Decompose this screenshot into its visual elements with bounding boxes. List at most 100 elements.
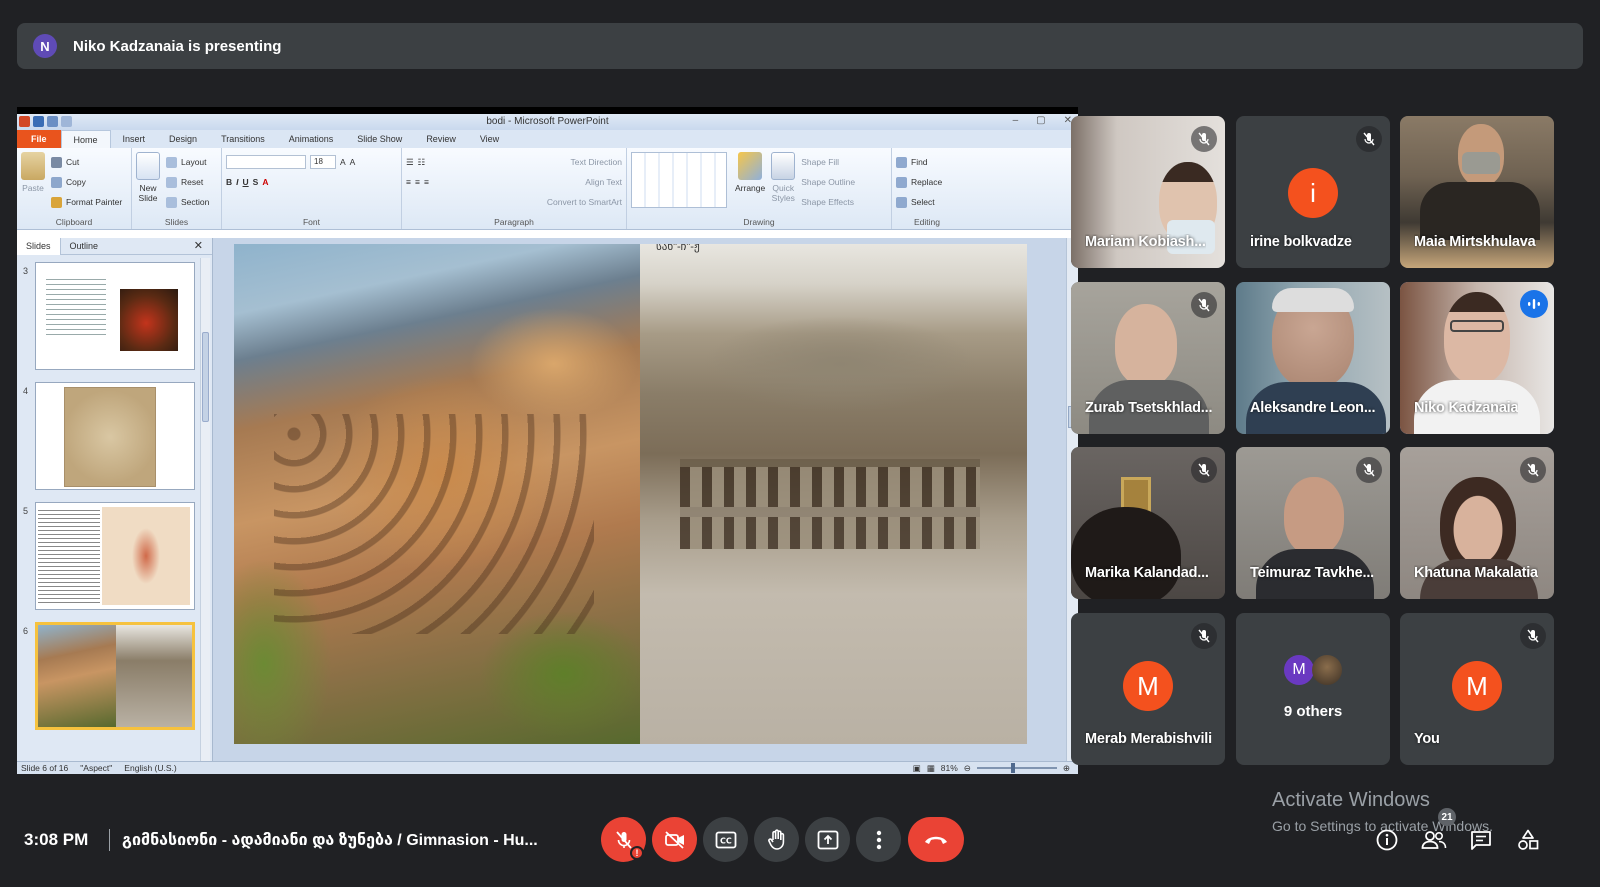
hang-up-icon bbox=[925, 836, 947, 844]
align-text-button[interactable]: Align Text bbox=[585, 177, 622, 187]
mic-off-icon bbox=[1191, 623, 1217, 649]
participant-tile[interactable]: Marika Kalandad... bbox=[1071, 447, 1225, 599]
ribbon: Paste Cut Copy Format Painter Clipboard … bbox=[17, 148, 1078, 230]
people-icon bbox=[1421, 831, 1447, 849]
tab-slides-panel[interactable]: Slides bbox=[17, 237, 61, 255]
shape-effects-button[interactable]: Shape Effects bbox=[801, 192, 855, 212]
mic-off-icon bbox=[1520, 623, 1546, 649]
more-options-button[interactable] bbox=[856, 817, 901, 862]
layout-icon bbox=[166, 156, 177, 168]
tab-review[interactable]: Review bbox=[414, 130, 468, 148]
layout-button[interactable]: Layout bbox=[166, 152, 209, 172]
align-left-icon[interactable]: ≡ bbox=[406, 177, 411, 187]
tab-insert[interactable]: Insert bbox=[111, 130, 158, 148]
copy-button[interactable]: Copy bbox=[51, 172, 122, 192]
close-pane-icon[interactable]: ✕ bbox=[185, 238, 212, 255]
zoom-out-icon[interactable]: ⊖ bbox=[964, 763, 971, 774]
font-group: 18 A A BIUSA Font bbox=[222, 148, 402, 229]
align-right-icon[interactable]: ≡ bbox=[424, 177, 429, 187]
tab-outline-panel[interactable]: Outline bbox=[61, 238, 108, 255]
participant-tile[interactable]: Zurab Tsetskhlad... bbox=[1071, 282, 1225, 434]
participant-tile[interactable]: Khatuna Makalatia bbox=[1400, 447, 1554, 599]
tab-view[interactable]: View bbox=[468, 130, 511, 148]
font-size-combo[interactable]: 18 bbox=[310, 155, 336, 169]
participant-tile[interactable]: M Merab Merabishvili bbox=[1071, 613, 1225, 765]
language-label: English (U.S.) bbox=[124, 763, 177, 773]
shrink-font-icon[interactable]: A bbox=[350, 157, 356, 167]
shared-screen: bodi - Microsoft PowerPoint – ▢ ✕ File H… bbox=[17, 107, 1078, 774]
people-button[interactable] bbox=[1420, 826, 1448, 854]
scissors-icon bbox=[51, 156, 62, 168]
clock: 3:08 PM bbox=[24, 830, 89, 849]
align-center-icon[interactable]: ≡ bbox=[415, 177, 420, 187]
maximize-icon[interactable]: ▢ bbox=[1036, 115, 1045, 126]
section-button[interactable]: Section bbox=[166, 192, 209, 212]
self-tile[interactable]: M You bbox=[1400, 613, 1554, 765]
quick-styles-icon bbox=[771, 152, 796, 180]
camera-toggle-button[interactable] bbox=[652, 817, 697, 862]
tab-animations[interactable]: Animations bbox=[277, 130, 346, 148]
tab-slide-show[interactable]: Slide Show bbox=[345, 130, 414, 148]
participant-tile[interactable]: Teimuraz Tavkhe... bbox=[1236, 447, 1390, 599]
meeting-details-button[interactable] bbox=[1373, 826, 1401, 854]
self-name: You bbox=[1414, 731, 1440, 747]
font-name-combo[interactable] bbox=[226, 155, 306, 169]
tab-file[interactable]: File bbox=[17, 130, 61, 148]
clipboard-group: Paste Cut Copy Format Painter Clipboard bbox=[17, 148, 132, 229]
find-button[interactable]: Find bbox=[896, 152, 958, 172]
current-slide[interactable]: სახ"-ჩ"-ჟ bbox=[234, 244, 1027, 744]
mic-off-icon bbox=[615, 830, 632, 849]
mic-off-icon bbox=[1520, 457, 1546, 483]
tab-design[interactable]: Design bbox=[157, 130, 209, 148]
shapes-gallery[interactable] bbox=[631, 152, 727, 208]
self-avatar: M bbox=[1452, 661, 1502, 711]
zoom-slider[interactable] bbox=[976, 763, 1057, 773]
tab-home[interactable]: Home bbox=[60, 129, 111, 149]
activities-button[interactable] bbox=[1514, 826, 1542, 854]
sorter-view-icon[interactable]: ▦ bbox=[927, 763, 935, 774]
convert-smartart-button[interactable]: Convert to SmartArt bbox=[547, 197, 622, 207]
numbering-icon[interactable]: ☷ bbox=[418, 157, 426, 168]
normal-view-icon[interactable]: ▣ bbox=[913, 763, 921, 774]
captions-button[interactable]: CC bbox=[703, 817, 748, 862]
participant-name: Mariam Kobiash... bbox=[1085, 234, 1206, 250]
select-button[interactable]: Select bbox=[896, 192, 958, 212]
leave-call-button[interactable] bbox=[908, 817, 964, 862]
shape-outline-button[interactable]: Shape Outline bbox=[801, 172, 855, 192]
format-painter-button[interactable]: Format Painter bbox=[51, 192, 122, 212]
bold-icon[interactable]: B bbox=[226, 177, 232, 187]
participant-tile[interactable]: Mariam Kobiash... bbox=[1071, 116, 1225, 268]
text-direction-button[interactable]: Text Direction bbox=[571, 157, 623, 167]
ppt-workspace: Slides Outline ✕ 3 4 5 6 სახ"-ჩ"-ჟ bbox=[17, 237, 1078, 762]
tab-transitions[interactable]: Transitions bbox=[209, 130, 277, 148]
cut-button[interactable]: Cut bbox=[51, 152, 122, 172]
replace-button[interactable]: Replace bbox=[896, 172, 958, 192]
mic-off-icon bbox=[1356, 126, 1382, 152]
italic-icon[interactable]: I bbox=[236, 177, 238, 187]
participant-tile[interactable]: Maia Mirtskhulava bbox=[1400, 116, 1554, 268]
activities-icon bbox=[1518, 829, 1539, 850]
slides-scrollbar[interactable] bbox=[200, 258, 210, 762]
participant-tile-active-speaker[interactable]: Niko Kadzanaia bbox=[1400, 282, 1554, 434]
zoom-in-icon[interactable]: ⊕ bbox=[1063, 763, 1070, 774]
present-now-button[interactable] bbox=[805, 817, 850, 862]
participant-tile[interactable]: i irine bolkvadze bbox=[1236, 116, 1390, 268]
mic-toggle-button[interactable]: ! bbox=[601, 817, 646, 862]
reset-button[interactable]: Reset bbox=[166, 172, 209, 192]
grow-font-icon[interactable]: A bbox=[340, 157, 346, 167]
minimize-icon[interactable]: – bbox=[1013, 115, 1019, 126]
participant-tile[interactable]: Aleksandre Leon... bbox=[1236, 282, 1390, 434]
slide-counter: Slide 6 of 16 bbox=[21, 763, 69, 773]
shape-fill-button[interactable]: Shape Fill bbox=[801, 152, 855, 172]
underline-icon[interactable]: U bbox=[243, 177, 249, 187]
slide-photo-cave-city bbox=[234, 244, 640, 744]
others-tile[interactable]: M 9 others bbox=[1236, 613, 1390, 765]
raise-hand-button[interactable] bbox=[754, 817, 799, 862]
strikethrough-icon[interactable]: S bbox=[253, 177, 259, 187]
binoculars-icon bbox=[896, 156, 907, 168]
font-color-icon[interactable]: A bbox=[262, 177, 268, 187]
bullets-icon[interactable]: ☰ bbox=[406, 157, 414, 168]
participant-name: Marika Kalandad... bbox=[1085, 565, 1209, 581]
reset-icon bbox=[166, 176, 177, 188]
chat-button[interactable] bbox=[1467, 826, 1495, 854]
